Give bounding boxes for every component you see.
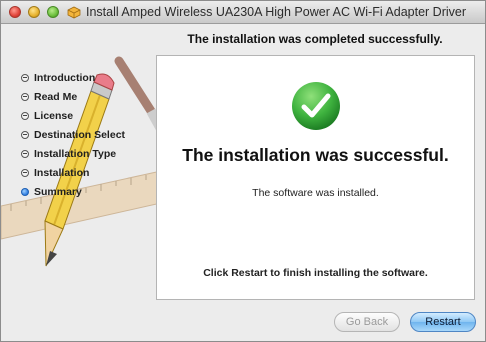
step-bullet-icon [21,149,29,158]
step-bullet-icon [21,73,29,82]
success-check-icon [292,82,340,130]
restart-button[interactable]: Restart [410,312,476,332]
step-introduction: Introduction [21,68,125,87]
step-label: Installation [34,166,90,179]
step-bullet-icon [21,130,29,139]
step-label: Destination Select [34,128,126,141]
step-installation-type: Installation Type [21,144,125,163]
package-icon [67,6,81,19]
step-destination-select: Destination Select [21,125,125,144]
step-license: License [21,106,125,125]
step-installation: Installation [21,163,125,182]
step-label: Summary [34,185,82,198]
installer-steps: Introduction Read Me License Destination… [21,68,125,201]
window-title-group: Install Amped Wireless UA230A High Power… [67,4,466,20]
step-read-me: Read Me [21,87,125,106]
success-detail: The software was installed. [252,187,379,199]
step-bullet-icon [21,92,29,101]
installer-window: Install Amped Wireless UA230A High Power… [0,0,486,342]
step-bullet-icon [21,168,29,177]
close-window-button[interactable] [9,6,21,18]
step-summary: Summary [21,182,125,201]
go-back-button[interactable]: Go Back [334,312,400,332]
minimize-window-button[interactable] [28,6,40,18]
title-bar[interactable]: Install Amped Wireless UA230A High Power… [1,1,485,24]
restart-instruction: Click Restart to finish installing the s… [203,267,428,279]
step-label: Introduction [34,71,96,84]
success-headline: The installation was successful. [182,145,449,165]
active-step-bullet-icon [21,187,29,196]
window-title: Install Amped Wireless UA230A High Power… [86,5,466,19]
page-header: The installation was completed successfu… [187,32,443,46]
zoom-window-button[interactable] [47,6,59,18]
step-label: Installation Type [34,147,117,160]
step-label: Read Me [34,90,78,103]
step-bullet-icon [21,111,29,120]
step-label: License [34,109,74,122]
